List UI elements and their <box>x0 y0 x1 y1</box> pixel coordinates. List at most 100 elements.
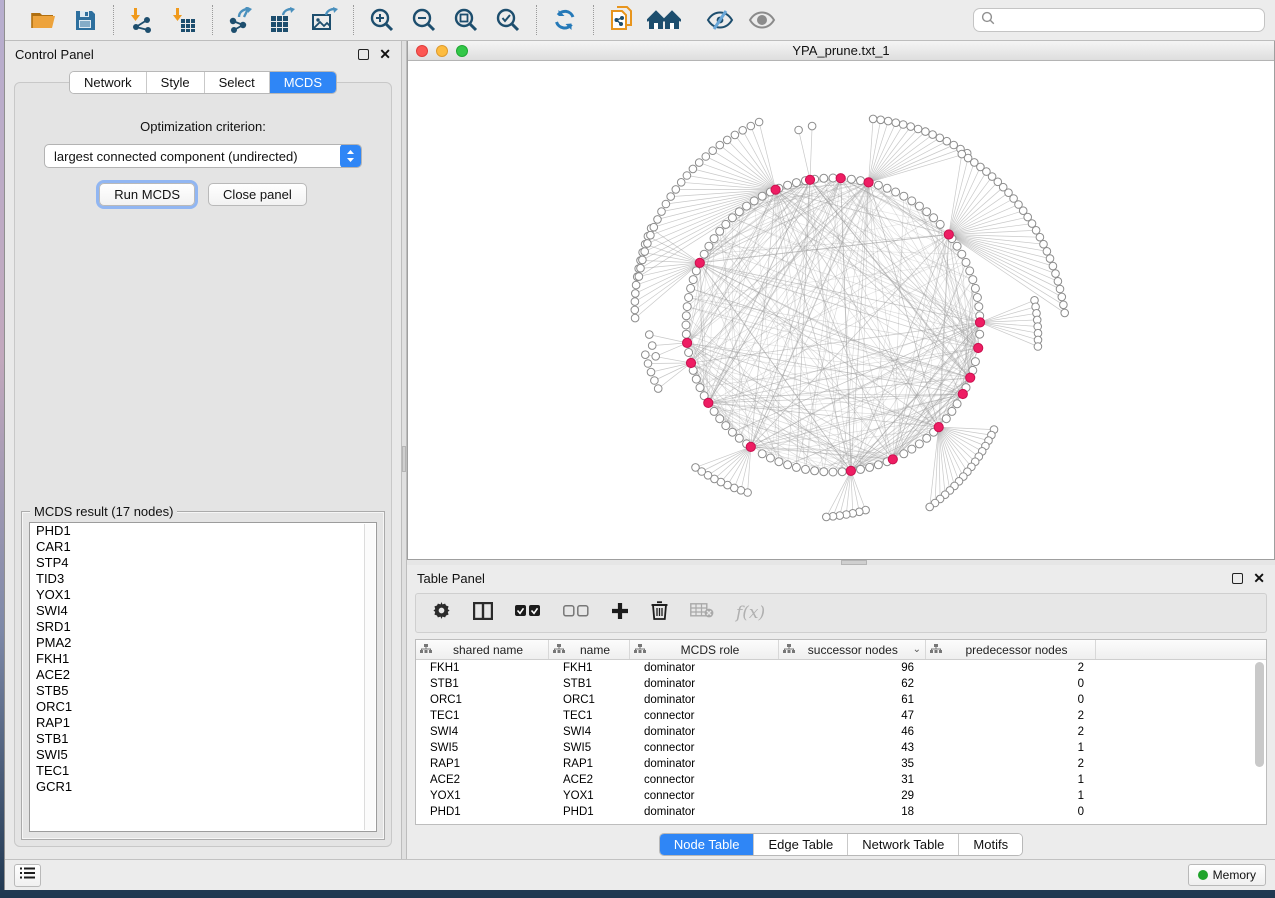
export-table-button[interactable] <box>265 4 301 36</box>
task-history-button[interactable] <box>14 864 41 887</box>
mcds-result-item[interactable]: TEC1 <box>30 763 376 779</box>
satellite-node[interactable] <box>716 141 724 149</box>
satellite-node[interactable] <box>654 216 662 224</box>
mcds-hub-node[interactable] <box>704 398 713 407</box>
mcds-hub-node[interactable] <box>746 442 755 451</box>
ring-node[interactable] <box>973 294 981 302</box>
satellite-node[interactable] <box>1058 293 1066 301</box>
ring-node[interactable] <box>750 197 758 205</box>
deselect-all-button[interactable] <box>563 604 589 622</box>
tab-node-table[interactable]: Node Table <box>660 834 755 855</box>
ring-node[interactable] <box>857 465 865 473</box>
satellite-node[interactable] <box>677 179 685 187</box>
memory-button[interactable]: Memory <box>1188 864 1266 886</box>
satellite-node[interactable] <box>943 137 951 145</box>
table-row-ACE2[interactable]: ACE2ACE2connector311 <box>416 772 1266 788</box>
table-row-SWI5[interactable]: SWI5SWI5connector431 <box>416 740 1266 756</box>
mcds-result-item[interactable]: STB1 <box>30 731 376 747</box>
mcds-result-item[interactable]: ACE2 <box>30 667 376 683</box>
satellite-node[interactable] <box>755 118 763 126</box>
satellite-node[interactable] <box>1060 301 1068 309</box>
tab-select[interactable]: Select <box>205 72 270 93</box>
satellite-node[interactable] <box>644 240 652 248</box>
ring-node[interactable] <box>758 450 766 458</box>
satellite-node[interactable] <box>644 360 652 368</box>
mcds-result-item[interactable]: STB5 <box>30 683 376 699</box>
ring-node[interactable] <box>936 220 944 228</box>
satellite-node[interactable] <box>667 193 675 201</box>
satellite-node[interactable] <box>689 165 697 173</box>
ring-node[interactable] <box>908 197 916 205</box>
mcds-result-item[interactable]: PHD1 <box>30 523 376 539</box>
mcds-hub-node[interactable] <box>888 455 897 464</box>
satellite-node[interactable] <box>1032 227 1040 235</box>
table-row-SWI4[interactable]: SWI4SWI4dominator462 <box>416 724 1266 740</box>
mcds-result-item[interactable]: SWI4 <box>30 603 376 619</box>
mcds-result-item[interactable]: CAR1 <box>30 539 376 555</box>
ring-node[interactable] <box>792 463 800 471</box>
ring-node[interactable] <box>908 445 916 453</box>
tab-mcds[interactable]: MCDS <box>270 72 336 93</box>
satellite-node[interactable] <box>632 290 640 298</box>
satellite-node[interactable] <box>823 513 831 521</box>
mcds-result-item[interactable]: GCR1 <box>30 779 376 795</box>
satellite-node[interactable] <box>709 147 717 155</box>
network-graph[interactable] <box>408 61 1274 559</box>
ring-node[interactable] <box>758 192 766 200</box>
ring-node[interactable] <box>692 267 700 275</box>
mcds-hub-node[interactable] <box>683 338 692 347</box>
satellite-node[interactable] <box>1054 278 1062 286</box>
ring-node[interactable] <box>838 468 846 476</box>
satellite-node[interactable] <box>647 231 655 239</box>
mcds-hub-node[interactable] <box>958 389 967 398</box>
ring-node[interactable] <box>948 407 956 415</box>
ring-node[interactable] <box>735 434 743 442</box>
tab-edge-table[interactable]: Edge Table <box>754 834 848 855</box>
vertical-splitter[interactable] <box>401 41 407 859</box>
table-row-YOX1[interactable]: YOX1YOX1connector291 <box>416 788 1266 804</box>
close-panel-icon[interactable]: ✕ <box>379 49 391 60</box>
satellite-node[interactable] <box>635 273 643 281</box>
column-header-name[interactable]: name <box>549 640 630 659</box>
satellite-node[interactable] <box>658 208 666 216</box>
splitter-grip[interactable] <box>402 446 406 472</box>
tab-motifs[interactable]: Motifs <box>959 834 1022 855</box>
column-header-predecessor-nodes[interactable]: predecessor nodes <box>926 640 1096 659</box>
mcds-hub-node[interactable] <box>771 185 780 194</box>
mcds-hub-node[interactable] <box>974 343 983 352</box>
ring-node[interactable] <box>716 227 724 235</box>
save-session-button[interactable] <box>67 4 103 36</box>
table-row-TEC1[interactable]: TEC1TEC1connector472 <box>416 708 1266 724</box>
satellite-node[interactable] <box>723 136 731 144</box>
ring-node[interactable] <box>866 463 874 471</box>
open-file-button[interactable] <box>25 4 61 36</box>
mcds-result-item[interactable]: SRD1 <box>30 619 376 635</box>
ring-node[interactable] <box>722 422 730 430</box>
ring-node[interactable] <box>696 384 704 392</box>
ring-node[interactable] <box>775 458 783 466</box>
mcds-hub-node[interactable] <box>695 258 704 267</box>
ring-node[interactable] <box>883 184 891 192</box>
delete-columns-button[interactable] <box>651 601 668 625</box>
horizontal-splitter[interactable] <box>407 560 1275 565</box>
mcds-result-item[interactable]: FKH1 <box>30 651 376 667</box>
satellite-node[interactable] <box>662 200 670 208</box>
ring-node[interactable] <box>792 179 800 187</box>
ring-node[interactable] <box>710 407 718 415</box>
satellite-node[interactable] <box>1052 270 1060 278</box>
satellite-node[interactable] <box>922 128 930 136</box>
ring-node[interactable] <box>682 321 690 329</box>
satellite-node[interactable] <box>869 115 877 123</box>
satellite-node[interactable] <box>899 121 907 129</box>
close-panel-button[interactable]: Close panel <box>208 183 307 206</box>
ring-node[interactable] <box>923 434 931 442</box>
satellite-node[interactable] <box>926 503 934 511</box>
mcds-result-item[interactable]: TID3 <box>30 571 376 587</box>
ring-node[interactable] <box>900 450 908 458</box>
run-mcds-button[interactable]: Run MCDS <box>99 183 195 206</box>
mcds-result-item[interactable]: ORC1 <box>30 699 376 715</box>
ring-node[interactable] <box>689 276 697 284</box>
network-canvas[interactable] <box>408 61 1274 559</box>
hide-selected-button[interactable] <box>702 4 738 36</box>
satellite-node[interactable] <box>637 264 645 272</box>
